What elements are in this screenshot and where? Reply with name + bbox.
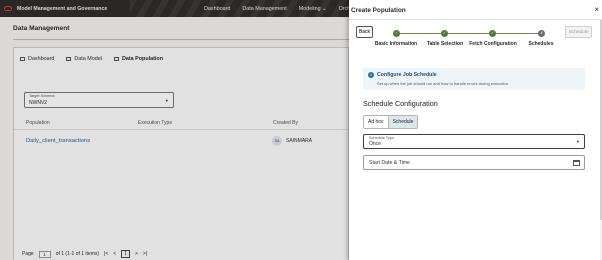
drawer-title: Create Population	[351, 7, 406, 14]
calendar-icon[interactable]	[573, 160, 580, 166]
step-label-table-selection: Table Selection	[426, 41, 464, 47]
schedule-option[interactable]: Schedule	[387, 116, 418, 128]
section-title: Schedule Configuration	[363, 99, 438, 108]
info-icon: i	[368, 72, 374, 78]
start-date-field[interactable]: Start Date & Time	[363, 155, 585, 170]
field-value: Once	[369, 141, 381, 147]
info-title: Configure Job Schedule	[377, 72, 437, 78]
step-done-icon[interactable]: ✓	[441, 30, 448, 37]
info-description: Set up when the job should run and how t…	[377, 81, 510, 86]
schedule-type-select[interactable]: Schedule Type Once ▾	[363, 134, 585, 149]
schedule-button[interactable]: Schedule	[565, 26, 592, 38]
step-done-icon[interactable]: ✓	[489, 30, 496, 37]
step-done-icon[interactable]: ✓	[393, 30, 400, 37]
step-current-icon[interactable]: 4	[538, 30, 545, 37]
modal-backdrop	[0, 0, 349, 260]
ad-hoc-option[interactable]: Ad hoc	[364, 116, 388, 128]
stepper-line	[399, 33, 542, 34]
drawer-header: Create Population ×	[349, 0, 602, 20]
back-button[interactable]: Back	[356, 26, 373, 38]
field-placeholder: Start Date & Time	[369, 160, 410, 166]
chevron-down-icon: ▾	[576, 139, 579, 144]
info-message: i Configure Job Schedule Set up when the…	[363, 68, 585, 90]
close-icon[interactable]: ×	[594, 5, 599, 14]
field-label: Schedule Type	[369, 136, 395, 140]
schedule-mode-toggle: Ad hoc Schedule	[363, 115, 419, 129]
step-label-basic-information: Basic Information	[374, 41, 418, 47]
step-label-schedules: Schedules	[528, 41, 554, 47]
create-population-drawer: Create Population × Back Schedule ✓ ✓ ✓ …	[349, 0, 602, 260]
step-label-fetch-configuration: Fetch Configuration	[469, 41, 517, 47]
